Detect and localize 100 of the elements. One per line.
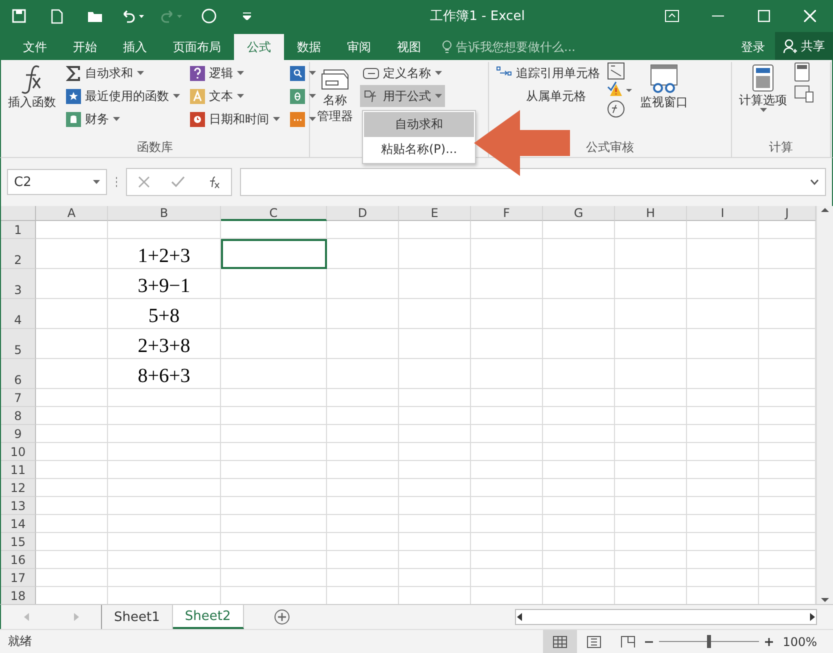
table-cell[interactable] xyxy=(399,551,471,569)
table-cell[interactable] xyxy=(108,407,221,425)
horizontal-scrollbar[interactable] xyxy=(515,609,817,625)
table-cell[interactable] xyxy=(687,461,759,479)
table-cell[interactable] xyxy=(399,221,471,239)
error-check-icon[interactable] xyxy=(607,81,633,99)
table-cell[interactable] xyxy=(36,533,108,551)
table-cell[interactable] xyxy=(399,497,471,515)
row-header[interactable]: 13 xyxy=(1,497,36,515)
table-cell[interactable] xyxy=(543,359,615,389)
table-cell[interactable] xyxy=(399,329,471,359)
table-cell[interactable] xyxy=(36,425,108,443)
new-file-icon[interactable] xyxy=(51,8,63,24)
table-cell[interactable] xyxy=(687,515,759,533)
watch-window-button[interactable]: 监视窗口 xyxy=(637,62,691,139)
table-cell[interactable] xyxy=(471,461,543,479)
table-cell[interactable] xyxy=(471,299,543,329)
table-cell[interactable] xyxy=(687,569,759,587)
normal-view-button[interactable] xyxy=(542,630,577,653)
trace-dependents-button[interactable]: 从属单元格 xyxy=(523,85,589,107)
row-header[interactable]: 9 xyxy=(1,425,36,443)
table-cell[interactable] xyxy=(615,329,687,359)
row-header[interactable]: 4 xyxy=(1,299,36,329)
table-cell[interactable] xyxy=(36,269,108,299)
table-cell[interactable] xyxy=(543,389,615,407)
define-name-button[interactable]: 定义名称 xyxy=(360,62,445,84)
column-header[interactable]: C xyxy=(221,206,327,221)
table-cell[interactable] xyxy=(327,443,399,461)
table-cell[interactable] xyxy=(221,221,327,239)
table-cell[interactable] xyxy=(327,497,399,515)
row-header[interactable]: 5 xyxy=(1,329,36,359)
table-cell[interactable] xyxy=(615,443,687,461)
row-header[interactable]: 11 xyxy=(1,461,36,479)
table-cell[interactable] xyxy=(327,239,399,269)
table-cell[interactable] xyxy=(221,569,327,587)
row-header[interactable]: 6 xyxy=(1,359,36,389)
table-cell[interactable] xyxy=(327,299,399,329)
table-cell[interactable] xyxy=(221,389,327,407)
table-cell[interactable] xyxy=(615,425,687,443)
row-header[interactable]: 2 xyxy=(1,239,36,269)
table-cell[interactable] xyxy=(471,569,543,587)
table-cell[interactable] xyxy=(36,515,108,533)
table-cell[interactable] xyxy=(221,359,327,389)
ribbon-tab[interactable]: 文件 xyxy=(10,34,60,60)
table-cell[interactable] xyxy=(615,497,687,515)
column-header[interactable]: J xyxy=(759,206,816,221)
column-header[interactable]: H xyxy=(615,206,687,221)
table-cell[interactable] xyxy=(687,407,759,425)
table-cell[interactable] xyxy=(615,551,687,569)
table-cell[interactable] xyxy=(327,389,399,407)
table-cell[interactable] xyxy=(471,515,543,533)
row-header[interactable]: 16 xyxy=(1,551,36,569)
function-category-button[interactable]: 日期和时间 xyxy=(187,108,283,130)
calculation-options-button[interactable]: 计算选项 xyxy=(736,62,790,139)
table-cell[interactable]: 8+6+3 xyxy=(108,359,221,389)
table-cell[interactable] xyxy=(399,533,471,551)
table-cell[interactable] xyxy=(687,425,759,443)
tell-me-field[interactable]: 告诉我您想要做什么... xyxy=(456,38,576,56)
row-header[interactable]: 15 xyxy=(1,533,36,551)
table-cell[interactable] xyxy=(615,221,687,239)
vertical-scrollbar[interactable] xyxy=(816,206,833,604)
undo-icon[interactable] xyxy=(121,9,145,23)
customize-toolbar-icon[interactable] xyxy=(243,12,251,20)
table-cell[interactable] xyxy=(108,515,221,533)
table-cell[interactable] xyxy=(221,443,327,461)
column-header[interactable]: E xyxy=(399,206,471,221)
table-cell[interactable] xyxy=(36,299,108,329)
table-cell[interactable] xyxy=(221,515,327,533)
table-cell[interactable] xyxy=(687,269,759,299)
use-in-formula-button[interactable]: 用于公式 xyxy=(360,85,445,107)
table-cell[interactable] xyxy=(108,461,221,479)
ribbon-tab[interactable]: 视图 xyxy=(384,34,434,60)
table-cell[interactable] xyxy=(687,221,759,239)
ribbon-tab[interactable]: 数据 xyxy=(284,34,334,60)
table-cell[interactable] xyxy=(399,425,471,443)
table-cell[interactable] xyxy=(687,239,759,269)
table-cell[interactable] xyxy=(36,329,108,359)
scroll-right-icon[interactable] xyxy=(808,613,816,621)
table-cell[interactable] xyxy=(615,299,687,329)
table-cell[interactable] xyxy=(615,461,687,479)
table-cell[interactable] xyxy=(687,299,759,329)
table-cell[interactable] xyxy=(399,389,471,407)
table-cell[interactable] xyxy=(543,425,615,443)
table-cell[interactable] xyxy=(327,407,399,425)
table-cell[interactable] xyxy=(543,269,615,299)
table-cell[interactable] xyxy=(327,425,399,443)
table-cell[interactable] xyxy=(327,359,399,389)
table-cell[interactable] xyxy=(543,407,615,425)
table-cell[interactable] xyxy=(543,221,615,239)
table-cell[interactable] xyxy=(399,299,471,329)
table-cell[interactable] xyxy=(221,461,327,479)
ribbon-tab[interactable]: 开始 xyxy=(60,34,110,60)
column-header[interactable]: D xyxy=(327,206,399,221)
table-cell[interactable] xyxy=(108,221,221,239)
ribbon-display-icon[interactable] xyxy=(665,10,679,22)
row-header[interactable]: 8 xyxy=(1,407,36,425)
insert-function-button[interactable]: 插入函数 xyxy=(5,62,59,139)
table-cell[interactable] xyxy=(687,533,759,551)
check-icon[interactable] xyxy=(170,176,185,188)
table-cell[interactable]: 1+2+3 xyxy=(108,239,221,269)
